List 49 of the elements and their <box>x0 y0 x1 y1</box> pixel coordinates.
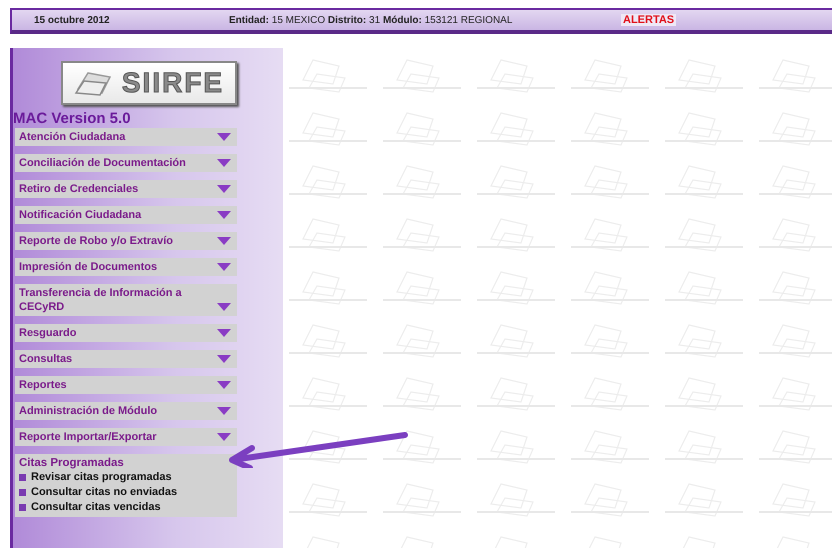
menu-label: Atención Ciudadana <box>19 130 126 144</box>
menu-label: Reportes <box>19 378 67 392</box>
menu-item[interactable]: Retiro de Credenciales <box>15 180 237 198</box>
dropdown-triangle-icon <box>217 433 231 441</box>
dropdown-triangle-icon <box>217 303 231 311</box>
submenu-link[interactable]: Revisar citas programadas <box>31 470 172 485</box>
menu-item[interactable]: Notificación Ciudadana <box>15 206 237 224</box>
menu-item[interactable]: Reporte de Robo y/o Extravío <box>15 232 237 250</box>
dropdown-triangle-icon <box>217 159 231 167</box>
menu-item[interactable]: Conciliación de Documentación <box>15 154 237 172</box>
menu-label: Citas Programadas <box>19 456 124 470</box>
menu-label: Impresión de Documentos <box>19 260 158 274</box>
menu-item[interactable]: Reporte Importar/Exportar <box>15 428 237 446</box>
dropdown-triangle-icon <box>217 211 231 219</box>
menu-label: Transferencia de Información a CECyRD <box>19 286 183 314</box>
menu-label: Administración de Módulo <box>19 404 158 418</box>
alerts-link[interactable]: ALERTAS <box>621 14 676 26</box>
dropdown-triangle-icon <box>217 237 231 245</box>
menu-label: Notificación Ciudadana <box>19 208 142 222</box>
logo-text: SIIRFE <box>122 67 224 99</box>
menu-label: Reporte Importar/Exportar <box>19 430 157 444</box>
menu-label: Consultas <box>19 352 72 366</box>
menu-item[interactable]: Atención Ciudadana <box>15 128 237 146</box>
menu-item[interactable]: Administración de Módulo <box>15 402 237 420</box>
menu-label: Conciliación de Documentación <box>19 156 186 170</box>
menu-label: Reporte de Robo y/o Extravío <box>19 234 174 248</box>
submenu-link[interactable]: Consultar citas no enviadas <box>31 485 178 500</box>
bullet-icon <box>19 489 26 496</box>
menu-item[interactable]: Transferencia de Información a CECyRD <box>15 284 237 316</box>
menu-item[interactable]: Resguardo <box>15 324 237 342</box>
menu-item[interactable]: Citas Programadas Revisar citas programadas Consultar citas no enviadas Consultar citas vencidas <box>15 454 237 517</box>
location-text: Entidad: 15 MEXICO Distrito: 31 Módulo: 153121 REGIONAL <box>229 14 514 26</box>
dropdown-triangle-icon <box>217 407 231 415</box>
dropdown-triangle-icon <box>217 133 231 141</box>
date-text: 15 octubre 2012 <box>34 14 111 26</box>
menu-item[interactable]: Impresión de Documentos <box>15 258 237 276</box>
submenu-link[interactable]: Consultar citas vencidas <box>31 500 161 515</box>
dropdown-triangle-icon <box>217 185 231 193</box>
menu-item[interactable]: Reportes <box>15 376 237 394</box>
bullet-icon <box>19 474 26 481</box>
dropdown-triangle-icon <box>217 355 231 363</box>
version-text: MAC Version 5.0 <box>13 110 132 127</box>
bullet-icon <box>19 504 26 511</box>
dropdown-triangle-icon <box>217 263 231 271</box>
menu-item[interactable]: Consultas <box>15 350 237 368</box>
menu-label: Resguardo <box>19 326 76 340</box>
dropdown-triangle-icon <box>217 381 231 389</box>
dropdown-triangle-icon <box>217 329 231 337</box>
menu-label: Retiro de Credenciales <box>19 182 138 196</box>
